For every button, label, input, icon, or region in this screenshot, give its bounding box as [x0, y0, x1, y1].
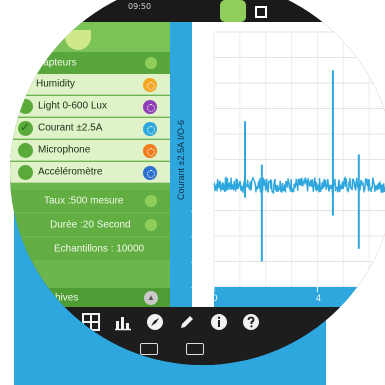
y-tick-label: -0,03 [191, 258, 210, 267]
y-tick-label: 0,06 [193, 28, 209, 37]
gear-icon[interactable] [145, 195, 157, 207]
y-tick-label: 0,05 [193, 54, 209, 63]
recent-apps-icon[interactable] [140, 343, 158, 355]
grid-icon[interactable] [82, 313, 100, 331]
y-tick-label: -0,01 [191, 207, 210, 216]
pen-icon[interactable] [178, 313, 196, 331]
status-chip [220, 0, 246, 22]
sensor-row-humidity[interactable]: Humidity [10, 74, 170, 95]
bottom-toolbar [10, 307, 385, 365]
sensor-label: Microphone [38, 144, 91, 156]
y-tick-label: 0 [205, 181, 210, 190]
y-tick-label: 0,02 [193, 130, 209, 139]
sensor-settings-icon[interactable] [143, 78, 157, 92]
setting-samples[interactable]: Echantillons : 10000 [10, 238, 170, 260]
gear-icon[interactable] [145, 57, 157, 69]
toolbar-icons [82, 313, 260, 331]
sensor-settings-icon[interactable] [143, 100, 157, 114]
setting-label: Echantillons : 10000 [54, 243, 145, 255]
archives-label: Archives [40, 292, 79, 303]
status-bar: 09:50 [10, 0, 385, 22]
sensor-row-microphone[interactable]: Microphone [10, 140, 170, 161]
section-label: Capteurs [36, 57, 77, 69]
status-time: 09:50 [128, 2, 152, 11]
sensor-toggle[interactable] [18, 143, 33, 158]
window-icon [255, 6, 267, 18]
x-tick-label: 0 [212, 293, 217, 303]
x-axis-band [214, 287, 385, 307]
sensor-toggle[interactable] [18, 165, 33, 180]
header-badge [65, 30, 91, 50]
sensor-label: Humidity [36, 78, 75, 90]
camera-icon[interactable] [186, 343, 204, 355]
sensor-panel: Capteurs Humidity Light 0-600 Lux ✓ Cour… [10, 22, 170, 307]
sensor-label: Accéléromètre [38, 166, 103, 178]
sensor-label: Courant ±2.5A [38, 122, 103, 134]
sensor-row-accelerometre[interactable]: Accéléromètre [10, 162, 170, 183]
setting-label: Taux :500 mesure [44, 195, 124, 207]
compass-icon[interactable] [146, 313, 164, 331]
bar-chart-icon[interactable] [114, 313, 132, 331]
setting-rate[interactable]: Taux :500 mesure [10, 190, 170, 212]
sensor-settings-icon[interactable] [143, 166, 157, 180]
info-icon[interactable] [210, 313, 228, 331]
setting-duration[interactable]: Durée :20 Second [10, 214, 170, 236]
sensor-label: Light 0-600 Lux [38, 100, 107, 112]
y-tick-label: 0,01 [193, 156, 209, 165]
y-tick-label: 0,04 [193, 79, 209, 88]
x-tick-label: 4 [316, 293, 321, 303]
archive-icon[interactable]: ▲ [144, 291, 158, 305]
gear-icon[interactable] [145, 219, 157, 231]
tablet-screen: 09:50 Capteurs Humidity Light 0-600 Lux … [10, 0, 385, 365]
help-icon[interactable] [242, 313, 260, 331]
sensor-settings-icon[interactable] [143, 122, 157, 136]
section-capteurs[interactable]: Capteurs [10, 52, 170, 74]
system-nav [140, 343, 204, 355]
y-tick-label: -0,04 [191, 283, 210, 292]
check-icon: ✓ [20, 120, 31, 134]
sensor-row-light[interactable]: Light 0-600 Lux [10, 96, 170, 117]
y-tick-label: 0,03 [193, 105, 209, 114]
current-chart[interactable]: 0,06 0,05 0,04 0,03 0,02 0,01 0 -0,01 -0,02 -0,03… [170, 22, 385, 307]
y-tick-label: -0,02 [191, 232, 210, 241]
sensor-settings-icon[interactable] [143, 144, 157, 158]
sensor-row-courant[interactable]: ✓ Courant ±2.5A [10, 118, 170, 139]
section-archives[interactable]: Archives ▲ [10, 288, 170, 307]
setting-label: Durée :20 Second [50, 219, 131, 231]
sensor-toggle[interactable] [18, 99, 33, 114]
